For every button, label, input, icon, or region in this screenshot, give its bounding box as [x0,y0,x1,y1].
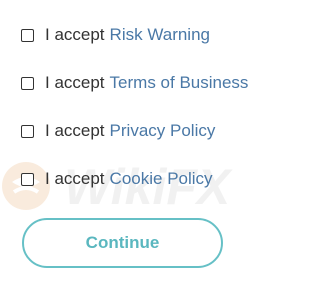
consent-form: WikiFX I accept Risk Warning I accept Te… [0,0,291,287]
consent-prefix: I accept [45,121,105,140]
consent-prefix: I accept [45,169,105,188]
consent-row-privacy-policy: I accept Privacy Policy [21,121,215,141]
terms-of-business-link[interactable]: Terms of Business [110,73,249,93]
consent-row-terms-of-business: I accept Terms of Business [21,73,248,93]
risk-warning-checkbox[interactable] [21,28,34,42]
privacy-policy-link[interactable]: Privacy Policy [110,121,216,141]
consent-row-risk-warning: I accept Risk Warning [21,25,210,45]
consent-prefix: I accept [45,25,105,44]
consent-row-cookie-policy: I accept Cookie Policy [21,169,213,189]
continue-button[interactable]: Continue [22,218,223,268]
terms-of-business-checkbox[interactable] [21,76,34,90]
risk-warning-link[interactable]: Risk Warning [110,25,210,45]
cookie-policy-link[interactable]: Cookie Policy [110,169,213,189]
cookie-policy-checkbox[interactable] [21,172,34,186]
consent-prefix: I accept [45,73,105,92]
privacy-policy-checkbox[interactable] [21,124,34,138]
